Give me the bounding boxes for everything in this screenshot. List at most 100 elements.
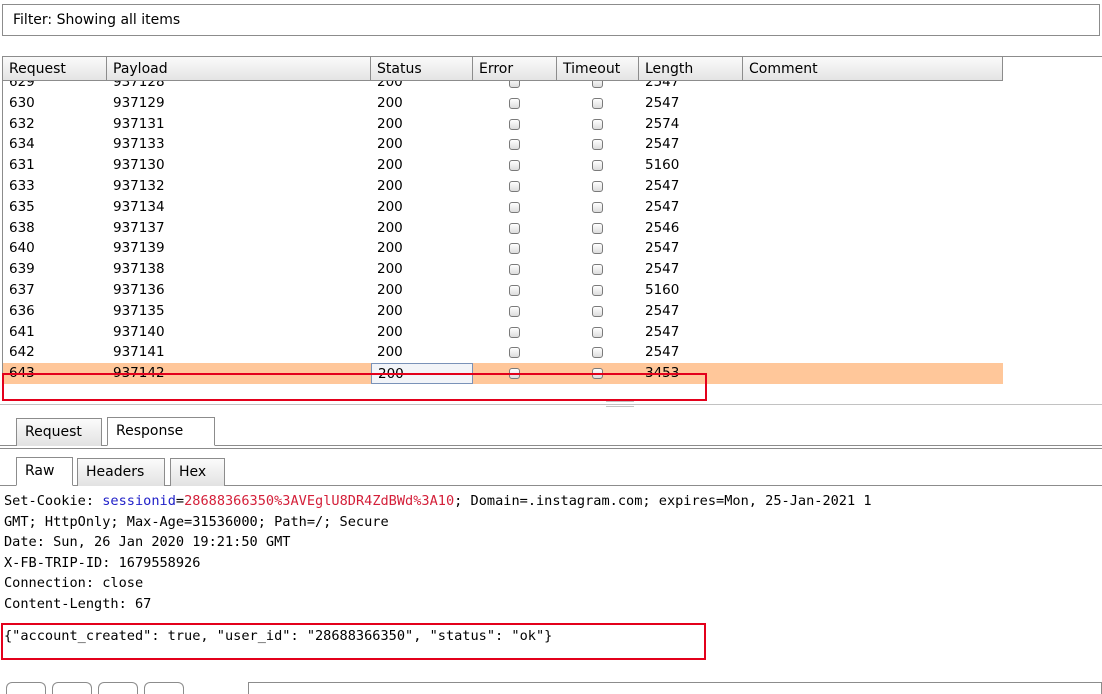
cell-request: 638 [9, 219, 35, 236]
timeout-checkbox[interactable] [592, 326, 603, 338]
error-checkbox[interactable] [509, 222, 520, 234]
column-header-error[interactable]: Error [473, 57, 557, 80]
filter-bar[interactable]: Filter: Showing all items [2, 4, 1100, 36]
tab-raw[interactable]: Raw [16, 457, 73, 486]
column-header-comment[interactable]: Comment [743, 57, 1003, 80]
column-header-length[interactable]: Length [639, 57, 743, 80]
previous-button[interactable] [52, 682, 92, 694]
header-line: GMT; HttpOnly; Max-Age=31536000; Path=/;… [4, 513, 389, 530]
table-row[interactable]: 639 937138 200 2547 [3, 259, 1003, 280]
error-checkbox[interactable] [509, 368, 520, 380]
cell-payload: 937142 [113, 365, 165, 382]
table-row[interactable]: 638 937137 200 2546 [3, 218, 1003, 239]
cell-length: 2547 [645, 94, 680, 111]
cell-comment [743, 259, 1003, 280]
table-row[interactable]: 640 937139 200 2547 [3, 238, 1003, 259]
error-checkbox[interactable] [509, 97, 520, 109]
tab-headers-label: Headers [86, 464, 145, 480]
timeout-checkbox[interactable] [592, 368, 603, 380]
table-row[interactable]: 635 937134 200 2547 [3, 197, 1003, 218]
table-row[interactable]: 630 937129 200 2547 [3, 93, 1003, 114]
search-input[interactable] [248, 682, 1102, 694]
tab-request-label: Request [25, 424, 82, 440]
cell-length: 2547 [645, 136, 680, 153]
table-row[interactable]: 637 937136 200 5160 [3, 280, 1003, 301]
table-row[interactable]: 631 937130 200 5160 [3, 155, 1003, 176]
cell-request: 639 [9, 261, 35, 278]
response-raw-text[interactable]: Set-Cookie: sessionid=28688366350%3AVEgl… [4, 491, 1102, 615]
error-checkbox[interactable] [509, 201, 520, 213]
timeout-checkbox[interactable] [592, 118, 603, 130]
table-header: Request Payload Status Error Timeout Length Co… [3, 57, 1003, 81]
cell-status: 200 [377, 323, 403, 340]
next-button[interactable] [144, 682, 184, 694]
error-checkbox[interactable] [509, 81, 520, 88]
cell-payload: 937137 [113, 219, 165, 236]
table-row[interactable]: 634 937133 200 2547 [3, 134, 1003, 155]
error-checkbox[interactable] [509, 347, 520, 359]
cell-request: 641 [9, 323, 35, 340]
timeout-checkbox[interactable] [592, 201, 603, 213]
column-header-timeout[interactable]: Timeout [557, 57, 639, 80]
add-button[interactable] [98, 682, 138, 694]
column-header-request[interactable]: Request [3, 57, 107, 80]
results-table[interactable]: Request Payload Status Error Timeout Length Co… [2, 56, 1102, 398]
timeout-checkbox[interactable] [592, 243, 603, 255]
cell-status: 200 [377, 136, 403, 153]
cell-comment [743, 238, 1003, 259]
column-header-payload[interactable]: Payload [107, 57, 371, 80]
tab-response[interactable]: Response [107, 417, 215, 446]
help-button[interactable] [6, 682, 46, 694]
table-row[interactable]: 642 937141 200 2547 [3, 342, 1003, 363]
timeout-checkbox[interactable] [592, 222, 603, 234]
cell-status: 200 [377, 261, 403, 278]
table-row[interactable]: 629 937128 200 2547 [3, 81, 1003, 93]
timeout-checkbox[interactable] [592, 97, 603, 109]
cell-payload: 937128 [113, 81, 165, 90]
tab-request[interactable]: Request [16, 418, 102, 446]
cell-request: 629 [9, 81, 35, 90]
error-checkbox[interactable] [509, 284, 520, 296]
error-checkbox[interactable] [509, 160, 520, 172]
error-checkbox[interactable] [509, 180, 520, 192]
cell-length: 2546 [645, 219, 680, 236]
error-checkbox[interactable] [509, 243, 520, 255]
table-row[interactable]: 636 937135 200 2547 [3, 301, 1003, 322]
timeout-checkbox[interactable] [592, 139, 603, 151]
error-checkbox[interactable] [509, 305, 520, 317]
cell-status: 200 [371, 363, 473, 384]
cell-request: 635 [9, 198, 35, 215]
cell-length: 5160 [645, 157, 680, 174]
set-cookie-header: Set-Cookie: sessionid=28688366350%3AVEgl… [4, 493, 872, 509]
cell-status: 200 [377, 177, 403, 194]
table-row[interactable]: 632 937131 200 2574 [3, 114, 1003, 135]
tab-hex[interactable]: Hex [170, 458, 225, 486]
cell-request: 636 [9, 302, 35, 319]
timeout-checkbox[interactable] [592, 160, 603, 172]
timeout-checkbox[interactable] [592, 81, 603, 88]
header-line: Connection: close [4, 575, 144, 592]
cell-length: 5160 [645, 281, 680, 298]
timeout-checkbox[interactable] [592, 347, 603, 359]
timeout-checkbox[interactable] [592, 284, 603, 296]
error-checkbox[interactable] [509, 264, 520, 276]
cell-status: 200 [377, 344, 403, 361]
cell-request: 631 [9, 157, 35, 174]
table-row-selected[interactable]: 643 937142 200 3453 [3, 363, 1003, 384]
error-checkbox[interactable] [509, 139, 520, 151]
timeout-checkbox[interactable] [592, 180, 603, 192]
cell-comment [743, 322, 1003, 343]
column-header-status[interactable]: Status [371, 57, 473, 80]
tab-headers[interactable]: Headers [77, 458, 165, 486]
error-checkbox[interactable] [509, 118, 520, 130]
cell-status: 200 [377, 115, 403, 132]
table-body[interactable]: 629 937128 200 2547 630 937129 200 2547 632 93713… [3, 81, 1003, 398]
timeout-checkbox[interactable] [592, 305, 603, 317]
timeout-checkbox[interactable] [592, 264, 603, 276]
error-checkbox[interactable] [509, 326, 520, 338]
cell-length: 2547 [645, 323, 680, 340]
cell-status: 200 [377, 157, 403, 174]
table-row[interactable]: 641 937140 200 2547 [3, 322, 1003, 343]
cell-payload: 937132 [113, 177, 165, 194]
table-row[interactable]: 633 937132 200 2547 [3, 176, 1003, 197]
